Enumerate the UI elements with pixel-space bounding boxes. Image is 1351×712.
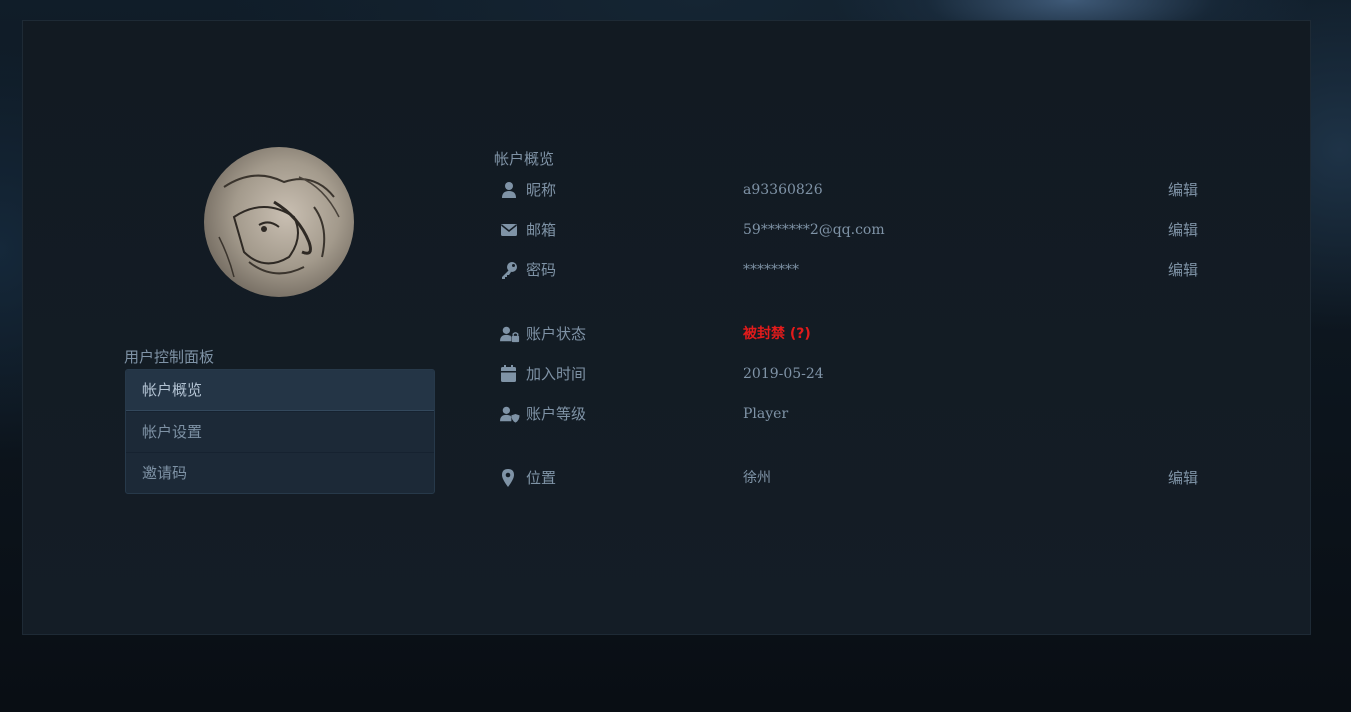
row-value: a93360826 <box>743 182 823 198</box>
envelope-icon <box>501 224 517 236</box>
sidebar-menu: 帐户概览 帐户设置 邀请码 <box>125 369 435 494</box>
row-value: 59*******2@qq.com <box>743 222 885 238</box>
row-email: 邮箱 59*******2@qq.com 编辑 <box>500 218 1220 242</box>
user-icon <box>502 182 516 198</box>
row-value: 2019-05-24 <box>743 366 824 382</box>
sidebar-title: 用户控制面板 <box>124 348 215 366</box>
row-location: 位置 徐州 编辑 <box>500 466 1220 490</box>
row-password: 密码 ******** 编辑 <box>500 258 1220 282</box>
account-status-banned[interactable]: 被封禁 (?) <box>743 322 811 346</box>
user-shield-icon <box>500 406 520 423</box>
calendar-icon <box>501 365 516 382</box>
map-marker-icon <box>502 469 514 487</box>
row-join-date: 加入时间 2019-05-24 <box>500 362 1220 386</box>
row-value: 徐州 <box>743 470 771 486</box>
key-icon <box>502 262 517 279</box>
row-value: ******** <box>743 262 799 278</box>
sidebar-item-account-settings[interactable]: 帐户设置 <box>126 411 434 452</box>
row-label: 账户状态 <box>526 325 587 343</box>
row-label: 加入时间 <box>526 365 587 383</box>
row-label: 账户等级 <box>526 405 587 423</box>
row-label: 密码 <box>526 261 557 279</box>
edit-password-button[interactable]: 编辑 <box>1168 258 1198 282</box>
row-account-level: 账户等级 Player <box>500 402 1220 426</box>
edit-email-button[interactable]: 编辑 <box>1168 218 1198 242</box>
row-label: 位置 <box>526 469 557 487</box>
row-label: 昵称 <box>526 181 557 199</box>
avatar-portrait-icon <box>218 174 340 278</box>
edit-location-button[interactable]: 编辑 <box>1168 466 1198 490</box>
avatar <box>204 147 354 297</box>
sidebar-item-account-overview[interactable]: 帐户概览 <box>126 370 434 411</box>
row-account-status: 账户状态 被封禁 (?) <box>500 322 1220 346</box>
user-lock-icon <box>500 326 520 343</box>
row-label: 邮箱 <box>526 221 557 239</box>
edit-nickname-button[interactable]: 编辑 <box>1168 178 1198 202</box>
row-value: Player <box>743 406 789 422</box>
section-title: 帐户概览 <box>494 150 555 168</box>
sidebar-item-invite-code[interactable]: 邀请码 <box>126 452 434 493</box>
row-nickname: 昵称 a93360826 编辑 <box>500 178 1220 202</box>
